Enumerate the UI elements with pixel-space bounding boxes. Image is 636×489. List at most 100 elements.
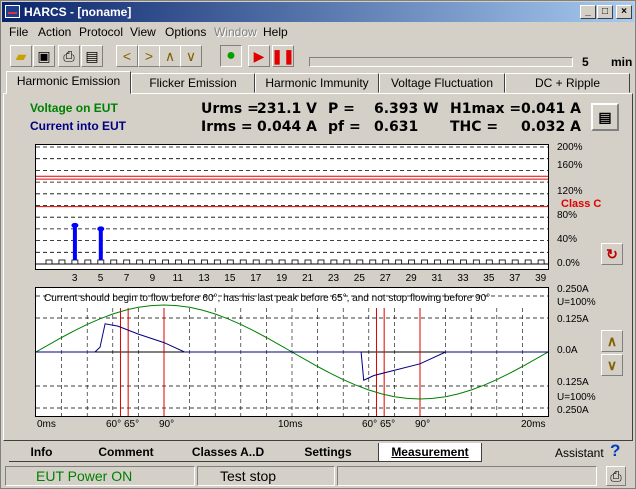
harmonic-marker <box>291 259 299 265</box>
spectrum-x-tick: 21 <box>302 273 314 284</box>
menu-view[interactable]: View <box>130 25 156 39</box>
print-preview-icon[interactable]: ▤ <box>81 45 103 67</box>
spectrum-y-tick: 40% <box>557 234 578 245</box>
pause-icon[interactable]: ❚❚ <box>271 45 295 67</box>
waveform-y-tick: 0.250A <box>557 405 589 416</box>
harmonic-marker <box>226 259 234 265</box>
harmonic-marker <box>123 259 131 265</box>
harmonic-marker <box>110 259 118 265</box>
waveform-x-tick: 65° <box>124 419 140 430</box>
menu-options[interactable]: Options <box>165 25 206 39</box>
waveform-y-tick: U=100% <box>557 297 596 308</box>
harmonic-marker <box>459 259 467 265</box>
spectrum-x-tick: 9 <box>149 273 156 284</box>
urms-value: 231.1 V <box>257 101 317 117</box>
harmonic-marker <box>149 259 156 265</box>
down-icon[interactable]: ∨ <box>180 45 202 67</box>
tab-comment[interactable]: Comment <box>74 443 178 462</box>
p-label: P = <box>328 101 355 117</box>
scroll-up-button[interactable]: ∧ <box>601 330 623 352</box>
harmonic-marker <box>356 259 364 265</box>
scroll-down-button[interactable]: ∨ <box>601 354 623 376</box>
harmonic-marker <box>472 259 480 265</box>
harmonic-marker <box>188 259 195 265</box>
menu-help[interactable]: Help <box>263 25 288 39</box>
chevron-down-icon: ∨ <box>606 356 618 373</box>
waveform-x-tick: 10ms <box>278 419 303 430</box>
save-icon[interactable]: ▣ <box>33 45 55 67</box>
tab-harmonic-emission[interactable]: Harmonic Emission <box>6 71 131 94</box>
main-window: HARCS - [noname] _ □ × File Action Proto… <box>0 0 636 489</box>
spectrum-x-tick: 39 <box>535 273 547 284</box>
report-icon: ▤ <box>598 108 612 125</box>
tab-flicker-emission[interactable]: Flicker Emission <box>131 73 255 93</box>
help-icon[interactable]: ? <box>610 441 620 461</box>
open-icon[interactable]: ▰ <box>10 45 32 67</box>
app-icon <box>5 5 20 18</box>
report-button[interactable]: ▤ <box>591 103 619 131</box>
tab-harmonic-immunity[interactable]: Harmonic Immunity <box>255 73 379 93</box>
toolbar: ▰ ▣ ⎙ ▤ < > ∧ ∨ ● ▶ ❚❚ 5 min <box>2 43 634 73</box>
timer-unit: min <box>611 55 633 69</box>
assistant-label[interactable]: Assistant <box>555 446 604 460</box>
record-icon[interactable]: ● <box>220 45 242 67</box>
waveform-chart: Current should begin to flow before 60°,… <box>35 287 549 417</box>
harmonic-marker <box>447 259 454 265</box>
h1max-value: 0.041 A <box>521 101 581 117</box>
previous-icon[interactable]: < <box>116 45 138 67</box>
spectrum-x-tick: 31 <box>431 273 443 284</box>
tab-measurement[interactable]: Measurement <box>378 443 482 462</box>
waveform-svg <box>35 295 549 416</box>
up-icon[interactable]: ∧ <box>159 45 181 67</box>
tab-settings[interactable]: Settings <box>278 443 378 462</box>
spectrum-x-tick: 37 <box>509 273 521 284</box>
waveform-y-tick: U=100% <box>557 392 596 403</box>
play-icon[interactable]: ▶ <box>248 45 270 67</box>
waveform-x-tick: 60° <box>106 419 122 430</box>
thc-label: THC = <box>450 119 499 135</box>
harmonic-marker <box>524 259 532 265</box>
minimize-button[interactable]: _ <box>580 5 596 19</box>
harmonic-spectrum-chart <box>35 144 558 270</box>
spectrum-y-tick: 200% <box>557 142 583 153</box>
harmonic-marker <box>498 259 506 265</box>
print-icon[interactable]: ⎙ <box>58 45 80 67</box>
spectrum-x-tick: 19 <box>276 273 288 284</box>
harmonic-marker <box>395 259 403 265</box>
spectrum-x-tick: 15 <box>224 273 236 284</box>
title-bar: HARCS - [noname] _ □ × <box>2 2 634 22</box>
spectrum-x-tick: 29 <box>405 273 417 284</box>
spectrum-x-tick: 13 <box>198 273 210 284</box>
pf-value: 0.631 <box>374 119 419 135</box>
thc-value: 0.032 A <box>521 119 581 135</box>
tab-dc-ripple[interactable]: DC + Ripple <box>505 73 630 93</box>
harmonic-bar <box>98 228 103 260</box>
tab-classes[interactable]: Classes A..D <box>178 443 278 462</box>
spectrum-x-tick: 3 <box>71 273 78 284</box>
spectrum-y-tick: 160% <box>557 160 583 171</box>
harmonic-marker <box>485 259 493 265</box>
tab-info[interactable]: Info <box>9 443 74 462</box>
spectrum-x-tick: 23 <box>327 273 340 284</box>
print-status-icon[interactable]: ⎙ <box>606 466 626 486</box>
tab-voltage-fluctuation[interactable]: Voltage Fluctuation <box>379 73 505 93</box>
status-bar: EUT Power ON Test stop ⎙ <box>2 464 634 488</box>
menu-protocol[interactable]: Protocol <box>79 25 123 39</box>
harmonic-bar-cap <box>71 222 79 228</box>
refresh-button[interactable]: ↻ <box>601 243 623 265</box>
spectrum-x-tick: 33 <box>457 273 469 284</box>
limit-class-label: Class C <box>561 198 602 210</box>
waveform-y-tick: 0.125A <box>557 314 589 325</box>
harmonic-marker <box>511 259 519 265</box>
harmonic-marker <box>537 259 545 265</box>
harmonic-bar <box>72 225 77 260</box>
menu-action[interactable]: Action <box>38 25 71 39</box>
next-icon[interactable]: > <box>138 45 160 67</box>
spectrum-y-tick: 120% <box>557 186 583 197</box>
harmonic-marker <box>408 259 416 265</box>
spectrum-y-tick: 80% <box>557 210 578 221</box>
harmonic-marker <box>252 259 260 265</box>
close-button[interactable]: × <box>616 5 632 19</box>
maximize-button[interactable]: □ <box>597 5 613 19</box>
menu-file[interactable]: File <box>9 25 28 39</box>
